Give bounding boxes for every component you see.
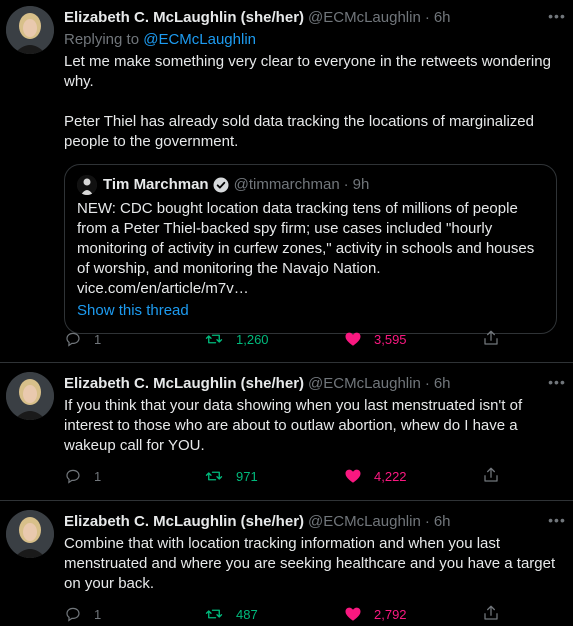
heart-icon xyxy=(344,330,362,348)
more-horizontal-icon[interactable]: ••• xyxy=(547,6,567,26)
retweet-count: 487 xyxy=(236,606,258,622)
tweet-2[interactable]: Elizabeth C. McLaughlin (she/her) @ECMcL… xyxy=(0,366,573,494)
author-handle[interactable]: @ECMcLaughlin xyxy=(308,8,421,28)
reply-button[interactable]: 1 xyxy=(64,467,204,485)
replying-to-handle-link[interactable]: @ECMcLaughlin xyxy=(143,31,256,48)
tweet-paragraph: Peter Thiel has already sold data tracki… xyxy=(64,113,534,150)
retweet-count: 1,260 xyxy=(236,331,269,347)
quoted-timestamp[interactable]: 9h xyxy=(353,175,370,195)
retweet-button[interactable]: 1,260 xyxy=(204,330,344,348)
tweet-3[interactable]: Elizabeth C. McLaughlin (she/her) @ECMcL… xyxy=(0,504,573,626)
author-name[interactable]: Elizabeth C. McLaughlin (she/her) xyxy=(64,8,304,28)
reply-icon xyxy=(64,467,82,485)
share-icon xyxy=(482,467,500,487)
more-horizontal-icon[interactable]: ••• xyxy=(547,510,567,530)
reply-count: 1 xyxy=(94,331,102,347)
quoted-author-avatar[interactable] xyxy=(77,175,97,195)
like-count: 2,792 xyxy=(374,606,407,622)
tweet-timestamp[interactable]: 6h xyxy=(434,374,451,394)
reply-button[interactable]: 1 xyxy=(64,330,204,348)
separator-dot: · xyxy=(424,513,430,530)
like-button[interactable]: 4,222 xyxy=(344,467,484,485)
author-name[interactable]: Elizabeth C. McLaughlin (she/her) xyxy=(64,512,304,532)
tweet-timestamp[interactable]: 6h xyxy=(434,512,451,532)
author-avatar[interactable] xyxy=(6,372,54,420)
author-handle[interactable]: @ECMcLaughlin xyxy=(308,512,421,532)
quoted-tweet[interactable]: Tim Marchman @timmarchman · 9h NEW: CDC … xyxy=(64,164,557,334)
retweet-icon xyxy=(204,605,224,623)
heart-icon xyxy=(344,467,362,485)
tweet-divider xyxy=(0,362,573,363)
author-name[interactable]: Elizabeth C. McLaughlin (she/her) xyxy=(64,374,304,394)
separator-dot: · xyxy=(424,9,430,26)
author-avatar[interactable] xyxy=(6,510,54,558)
like-count: 3,595 xyxy=(374,331,407,347)
retweet-icon xyxy=(204,330,224,348)
tweet-1[interactable]: Elizabeth C. McLaughlin (she/her) @ECMcL… xyxy=(0,0,573,360)
reply-icon xyxy=(64,330,82,348)
share-button[interactable] xyxy=(482,466,500,487)
like-button[interactable]: 3,595 xyxy=(344,330,484,348)
tweet-paragraph: Let me make something very clear to ever… xyxy=(64,53,551,90)
reply-icon xyxy=(64,605,82,623)
verified-badge-icon xyxy=(212,176,230,194)
reply-count: 1 xyxy=(94,606,102,622)
share-icon xyxy=(482,330,500,350)
like-button[interactable]: 2,792 xyxy=(344,605,484,623)
quoted-tweet-text: NEW: CDC bought location data tracking t… xyxy=(77,200,535,297)
share-icon xyxy=(482,605,500,625)
replying-to-label: Replying to xyxy=(64,31,140,48)
quoted-author-name[interactable]: Tim Marchman xyxy=(103,175,209,195)
tweet-text: Let me make something very clear to ever… xyxy=(64,52,557,152)
retweet-count: 971 xyxy=(236,468,258,484)
retweet-button[interactable]: 971 xyxy=(204,467,344,485)
like-count: 4,222 xyxy=(374,468,407,484)
replying-to-line: Replying to @ECMcLaughlin xyxy=(64,30,557,50)
quoted-author-handle[interactable]: @timmarchman xyxy=(234,175,340,195)
retweet-icon xyxy=(204,467,224,485)
share-button[interactable] xyxy=(482,329,500,350)
separator-dot: · xyxy=(424,375,430,392)
show-thread-link[interactable]: Show this thread xyxy=(77,301,544,321)
tweet-text: If you think that your data showing when… xyxy=(64,397,523,454)
tweet-divider xyxy=(0,500,573,501)
author-handle[interactable]: @ECMcLaughlin xyxy=(308,374,421,394)
tweet-timestamp[interactable]: 6h xyxy=(434,8,451,28)
tweet-text: Combine that with location tracking info… xyxy=(64,535,556,592)
retweet-button[interactable]: 487 xyxy=(204,605,344,623)
share-button[interactable] xyxy=(482,604,500,625)
more-horizontal-icon[interactable]: ••• xyxy=(547,372,567,392)
separator-dot: · xyxy=(343,176,349,193)
reply-button[interactable]: 1 xyxy=(64,605,204,623)
heart-icon xyxy=(344,605,362,623)
reply-count: 1 xyxy=(94,468,102,484)
author-avatar[interactable] xyxy=(6,6,54,54)
